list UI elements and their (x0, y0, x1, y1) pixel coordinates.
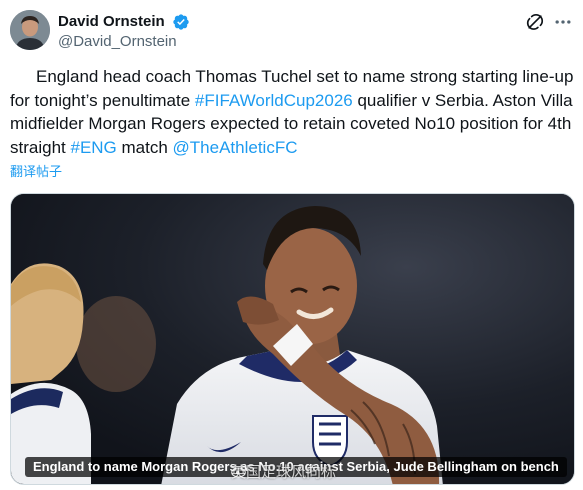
tweet-text: England head coach Thomas Tuchel set to … (10, 65, 576, 159)
tweet-text-part-3: match (116, 137, 173, 157)
tweet-header: David Ornstein @David_Ornstein (10, 10, 573, 54)
mention-the-athletic[interactable]: @TheAthleticFC (173, 138, 298, 157)
more-dots-icon[interactable] (553, 12, 573, 32)
media-image[interactable]: England to name Morgan Rogers as No.10 a… (10, 193, 575, 485)
hashtag-eng[interactable]: #ENG (70, 138, 116, 157)
weibo-icon (231, 465, 248, 478)
verified-badge-icon (173, 14, 189, 30)
avatar[interactable] (10, 10, 50, 50)
watermark: 英国足球风向标 (231, 464, 336, 482)
author-names: David Ornstein @David_Ornstein (58, 12, 190, 52)
grok-icon[interactable] (525, 12, 545, 32)
handle[interactable]: @David_Ornstein (58, 32, 190, 52)
player-photo (11, 194, 574, 484)
display-name[interactable]: David Ornstein (58, 12, 165, 32)
hashtag-fifa-worldcup[interactable]: #FIFAWorldCup2026 (195, 91, 353, 110)
translate-post-link[interactable]: 翻译帖子 (10, 163, 62, 181)
